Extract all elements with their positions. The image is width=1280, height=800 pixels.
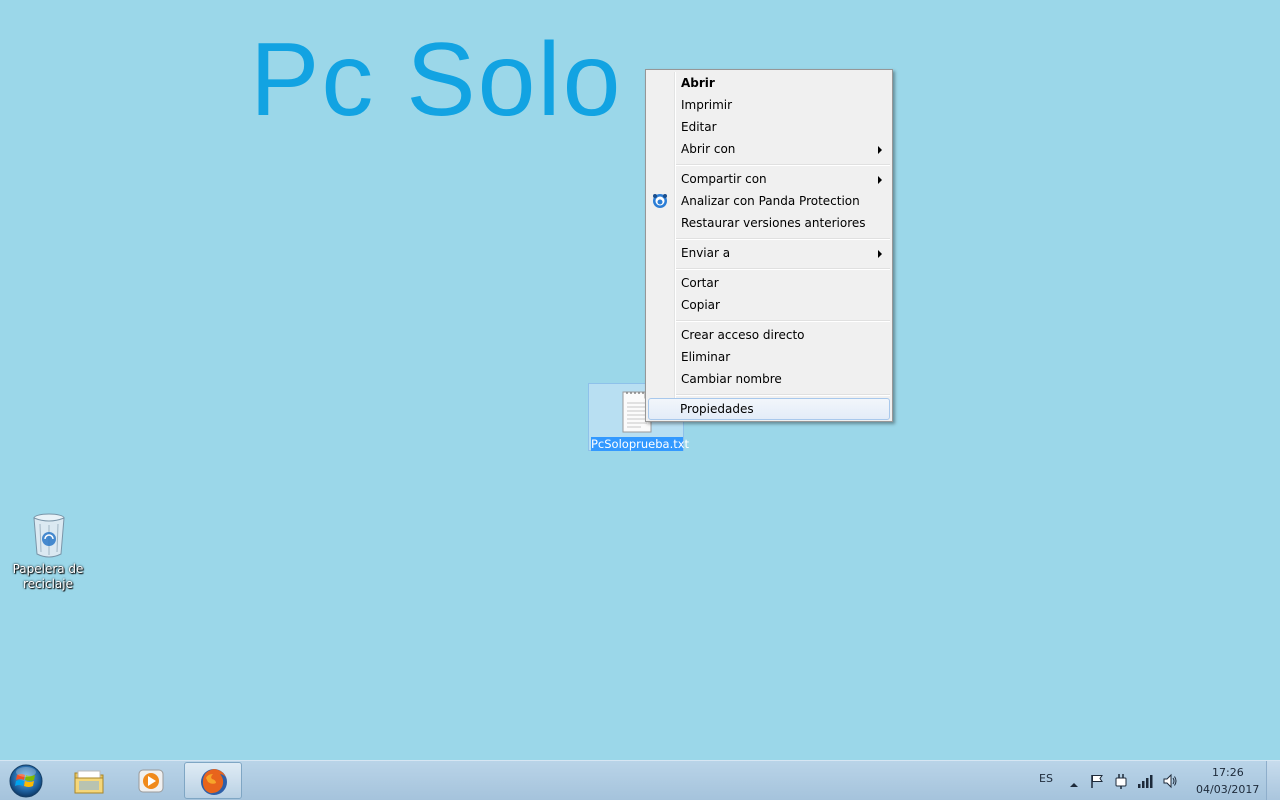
- menu-item-label: Eliminar: [681, 350, 731, 364]
- menu-item-copiar[interactable]: Copiar: [648, 294, 890, 316]
- submenu-arrow-icon: [878, 146, 882, 154]
- menu-item-label: Editar: [681, 120, 717, 134]
- firefox-icon: [201, 769, 227, 795]
- show-desktop-button[interactable]: [1266, 761, 1280, 800]
- clock-date[interactable]: 04/03/2017: [1196, 783, 1259, 796]
- menu-item-label: Compartir con: [681, 172, 767, 186]
- taskbar-media-player-button[interactable]: [122, 762, 180, 799]
- menu-item-label: Crear acceso directo: [681, 328, 805, 342]
- menu-item-label: Abrir con: [681, 142, 736, 156]
- language-indicator[interactable]: ES: [1039, 772, 1053, 785]
- wallpaper-title: Pc Solo: [250, 22, 623, 138]
- network-signal-icon[interactable]: [1137, 773, 1153, 793]
- clock-time[interactable]: 17:26: [1212, 766, 1244, 779]
- menu-separator: [676, 394, 890, 396]
- start-button[interactable]: [3, 762, 49, 799]
- windows-logo-icon: [9, 764, 43, 798]
- power-plug-icon[interactable]: [1113, 773, 1129, 793]
- menu-separator: [676, 164, 890, 166]
- menu-item-abrir[interactable]: Abrir: [648, 72, 890, 94]
- recycle-bin-icon: [32, 512, 66, 563]
- menu-item-compartir-con[interactable]: Compartir con: [648, 168, 890, 190]
- action-center-flag-icon[interactable]: [1089, 773, 1105, 793]
- menu-separator: [676, 268, 890, 270]
- menu-item-label: Abrir: [681, 76, 715, 90]
- menu-separator: [676, 238, 890, 240]
- menu-item-restaurar-versiones[interactable]: Restaurar versiones anteriores: [648, 212, 890, 234]
- taskbar: ES 17:26 04/03/2017: [0, 760, 1280, 800]
- desktop-icon-recycle-bin[interactable]: Papelera de reciclaje: [8, 510, 88, 596]
- menu-item-cortar[interactable]: Cortar: [648, 272, 890, 294]
- desktop[interactable]: Pc Solo PcSoloprueba.txt Papelera de rec…: [0, 0, 1280, 760]
- menu-item-label: Propiedades: [680, 402, 754, 416]
- folder-icon: [74, 770, 104, 794]
- menu-item-label: Restaurar versiones anteriores: [681, 216, 866, 230]
- menu-item-label: Enviar a: [681, 246, 731, 260]
- desktop-icon-label: Papelera de reciclaje: [12, 562, 84, 591]
- menu-item-label: Cambiar nombre: [681, 372, 782, 386]
- panda-protection-icon: [652, 193, 668, 212]
- menu-item-label: Cortar: [681, 276, 719, 290]
- menu-separator: [676, 320, 890, 322]
- menu-item-imprimir[interactable]: Imprimir: [648, 94, 890, 116]
- menu-item-label: Copiar: [681, 298, 720, 312]
- menu-item-analizar-panda[interactable]: Analizar con Panda Protection: [648, 190, 890, 212]
- menu-item-crear-acceso-directo[interactable]: Crear acceso directo: [648, 324, 890, 346]
- submenu-arrow-icon: [878, 176, 882, 184]
- desktop-icon-label: PcSoloprueba.txt: [591, 437, 690, 451]
- menu-item-label: Analizar con Panda Protection: [681, 194, 860, 208]
- menu-item-label: Imprimir: [681, 98, 733, 112]
- taskbar-firefox-button[interactable]: [184, 762, 242, 799]
- menu-item-cambiar-nombre[interactable]: Cambiar nombre: [648, 368, 890, 390]
- show-hidden-icons-arrow-icon[interactable]: [1069, 775, 1079, 794]
- submenu-arrow-icon: [878, 250, 882, 258]
- taskbar-explorer-button[interactable]: [60, 762, 118, 799]
- menu-item-editar[interactable]: Editar: [648, 116, 890, 138]
- volume-icon[interactable]: [1162, 773, 1178, 793]
- menu-item-enviar-a[interactable]: Enviar a: [648, 242, 890, 264]
- menu-item-eliminar[interactable]: Eliminar: [648, 346, 890, 368]
- media-player-icon: [138, 769, 164, 793]
- menu-item-abrir-con[interactable]: Abrir con: [648, 138, 890, 160]
- menu-item-propiedades[interactable]: Propiedades: [648, 398, 890, 420]
- context-menu: Abrir Imprimir Editar Abrir con Comparti…: [645, 69, 893, 422]
